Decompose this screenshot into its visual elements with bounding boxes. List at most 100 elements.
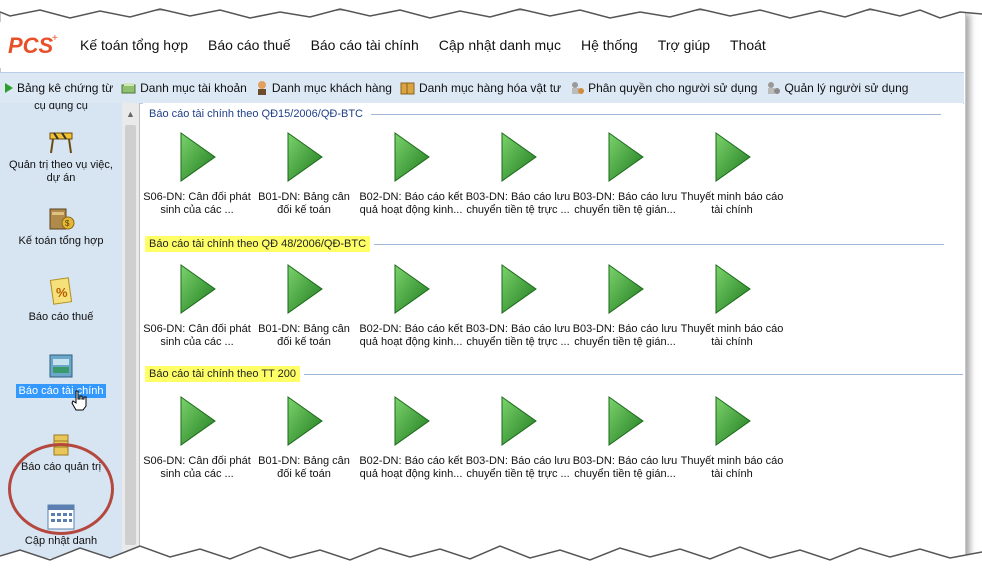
report-label: Thuyết minh báo cáo tài chính xyxy=(680,455,784,480)
report-tile[interactable]: B01-DN: Bảng cân đối kế toán xyxy=(250,263,358,349)
user-manage-icon xyxy=(768,82,781,94)
sidebar-item-label: Báo cáo tài chính xyxy=(16,384,106,398)
svg-text:+: + xyxy=(52,33,58,44)
toolbar: Bảng kê chứng từ Danh mục tài khoản Danh… xyxy=(0,72,964,104)
play-arrow-icon xyxy=(180,396,216,446)
toolbar-label: Phân quyền cho người sử dụng xyxy=(588,81,758,95)
section-title: Báo cáo tài chính theo QĐ 48/2006/QĐ-BTC xyxy=(145,236,371,252)
report-label: S06-DN: Cân đối phát sinh của các ... xyxy=(143,455,251,480)
sidebar-scrollbar[interactable]: ▲ xyxy=(122,103,140,558)
torn-edge-top xyxy=(0,0,982,19)
play-arrow-icon xyxy=(501,396,537,446)
hand-cursor-icon xyxy=(71,390,87,411)
svg-text:PCS: PCS xyxy=(8,33,54,58)
report-tile[interactable]: B02-DN: Báo cáo kết quả hoạt động kinh..… xyxy=(357,263,465,349)
sidebar-item-quan-tri-vu-viec[interactable]: Quản trị theo vụ việc, dự án xyxy=(6,129,116,185)
report-label: S06-DN: Cân đối phát sinh của các ... xyxy=(143,191,251,216)
sidebar-item-bao-cao-thue[interactable]: % Báo cáo thuế xyxy=(6,277,116,324)
report-tile[interactable]: S06-DN: Cân đối phát sinh của các ... xyxy=(143,131,251,217)
toolbar-label: Danh mục tài khoản xyxy=(140,81,247,95)
report-tile[interactable]: B03-DN: Báo cáo lưu chuyển tiền tệ gián.… xyxy=(571,263,679,349)
report-label: B03-DN: Báo cáo lưu chuyển tiền tệ trực … xyxy=(465,191,571,216)
report-label: B01-DN: Bảng cân đối kế toán xyxy=(258,455,350,480)
report-tile[interactable]: Thuyết minh báo cáo tài chính xyxy=(678,131,786,217)
report-tile[interactable]: B03-DN: Báo cáo lưu chuyển tiền tệ gián.… xyxy=(571,131,679,217)
play-arrow-icon xyxy=(715,132,751,182)
play-arrow-icon xyxy=(180,264,216,314)
play-arrow-icon xyxy=(715,396,751,446)
coins-icon: $ xyxy=(49,208,75,230)
play-arrow-icon xyxy=(608,396,644,446)
play-arrow-icon xyxy=(394,264,430,314)
toolbar-label: Bảng kê chứng từ xyxy=(17,81,114,95)
report-label: B03-DN: Báo cáo lưu chuyển tiền tệ gián.… xyxy=(572,455,678,480)
menu-he-thong[interactable]: Hệ thống xyxy=(571,37,648,53)
sidebar-item-ke-toan-tong-hop[interactable]: $ Kế toán tổng hợp xyxy=(6,203,116,248)
report-label: B03-DN: Báo cáo lưu chuyển tiền tệ trực … xyxy=(465,323,571,348)
permission-icon xyxy=(572,82,585,94)
report-label: B02-DN: Báo cáo kết quả hoạt động kinh..… xyxy=(359,455,463,480)
app-logo: PCS + xyxy=(0,22,70,68)
toolbar-phan-quyen[interactable]: Phân quyền cho người sử dụng xyxy=(565,80,761,96)
report-tile[interactable]: B03-DN: Báo cáo lưu chuyển tiền tệ gián.… xyxy=(571,395,679,481)
toolbar-label: Danh mục hàng hóa vật tư xyxy=(418,81,562,95)
report-label: B02-DN: Báo cáo kết quả hoạt động kinh..… xyxy=(359,191,463,216)
customer-icon xyxy=(257,81,266,95)
svg-text:$: $ xyxy=(65,219,70,228)
scroll-up-icon[interactable]: ▲ xyxy=(126,109,135,119)
menu-bao-cao-tai-chinh[interactable]: Báo cáo tài chính xyxy=(301,37,429,53)
play-arrow-icon xyxy=(715,264,751,314)
report-tile[interactable]: B01-DN: Bảng cân đối kế toán xyxy=(250,395,358,481)
report-tile[interactable]: B03-DN: Báo cáo lưu chuyển tiền tệ trực … xyxy=(464,263,572,349)
report-icon xyxy=(49,354,73,378)
report-tile[interactable]: B03-DN: Báo cáo lưu chuyển tiền tệ trực … xyxy=(464,395,572,481)
play-arrow-icon xyxy=(501,132,537,182)
annotation-circle xyxy=(8,443,114,535)
scrollbar-thumb[interactable] xyxy=(125,125,136,545)
sidebar: cụ dụng cụ Quản trị theo vụ việc, dự án … xyxy=(0,103,123,558)
torn-edge-bottom xyxy=(0,545,982,586)
menu-bao-cao-thue[interactable]: Báo cáo thuế xyxy=(198,37,301,53)
sidebar-item-cong-cu[interactable]: cụ dụng cụ xyxy=(6,103,116,113)
sidebar-item-label: Kế toán tổng hợp xyxy=(18,235,104,247)
report-panel: Báo cáo tài chính theo QĐ15/2006/QĐ-BTC … xyxy=(143,103,963,558)
menu-bar: PCS + Kế toán tổng hợp Báo cáo thuế Báo … xyxy=(0,22,964,68)
section-header: Báo cáo tài chính theo TT 200 xyxy=(145,366,963,382)
play-arrow-icon xyxy=(287,396,323,446)
svg-text:%: % xyxy=(56,285,68,300)
percent-note-icon: % xyxy=(49,277,73,305)
report-tile[interactable]: B01-DN: Bảng cân đối kế toán xyxy=(250,131,358,217)
report-tile[interactable]: B02-DN: Báo cáo kết quả hoạt động kinh..… xyxy=(357,131,465,217)
report-tile[interactable]: B03-DN: Báo cáo lưu chuyển tiền tệ trực … xyxy=(464,131,572,217)
toolbar-quan-ly-nguoi-su-dung[interactable]: Quản lý người sử dụng xyxy=(761,80,912,96)
goods-icon xyxy=(400,82,415,95)
report-tile[interactable]: S06-DN: Cân đối phát sinh của các ... xyxy=(143,263,251,349)
play-arrow-icon xyxy=(394,132,430,182)
report-label: Thuyết minh báo cáo tài chính xyxy=(680,191,784,216)
report-label: B03-DN: Báo cáo lưu chuyển tiền tệ trực … xyxy=(465,455,571,480)
report-label: B01-DN: Bảng cân đối kế toán xyxy=(258,323,350,348)
report-tile[interactable]: Thuyết minh báo cáo tài chính xyxy=(678,263,786,349)
play-arrow-icon xyxy=(394,396,430,446)
toolbar-label: Quản lý người sử dụng xyxy=(784,81,909,95)
sidebar-item-bao-cao-tai-chinh[interactable]: Báo cáo tài chính xyxy=(6,351,116,411)
toolbar-label: Danh mục khách hàng xyxy=(271,81,392,95)
toolbar-danh-muc-hang-hoa[interactable]: Danh mục hàng hóa vật tư xyxy=(396,81,565,95)
toolbar-bang-ke-chung-tu[interactable]: Bảng kê chứng từ xyxy=(0,81,117,95)
play-arrow-icon xyxy=(180,132,216,182)
menu-thoat[interactable]: Thoát xyxy=(720,37,776,53)
menu-ke-toan-tong-hop[interactable]: Kế toán tổng hợp xyxy=(70,37,198,53)
play-arrow-icon xyxy=(501,264,537,314)
report-tile[interactable]: S06-DN: Cân đối phát sinh của các ... xyxy=(143,395,251,481)
report-tile[interactable]: Thuyết minh báo cáo tài chính xyxy=(678,395,786,481)
report-label: B02-DN: Báo cáo kết quả hoạt động kinh..… xyxy=(359,323,463,348)
toolbar-danh-muc-khach-hang[interactable]: Danh mục khách hàng xyxy=(251,80,396,96)
section-title: Báo cáo tài chính theo TT 200 xyxy=(145,366,300,382)
play-arrow-icon xyxy=(287,132,323,182)
toolbar-danh-muc-tai-khoan[interactable]: Danh mục tài khoản xyxy=(117,81,251,95)
section-header: Báo cáo tài chính theo QĐ15/2006/QĐ-BTC xyxy=(145,106,942,122)
report-tile[interactable]: B02-DN: Báo cáo kết quả hoạt động kinh..… xyxy=(357,395,465,481)
menu-tro-giup[interactable]: Trợ giúp xyxy=(648,37,720,53)
menu-cap-nhat-danh-muc[interactable]: Cập nhật danh mục xyxy=(429,37,571,53)
report-label: B03-DN: Báo cáo lưu chuyển tiền tệ gián.… xyxy=(572,323,678,348)
